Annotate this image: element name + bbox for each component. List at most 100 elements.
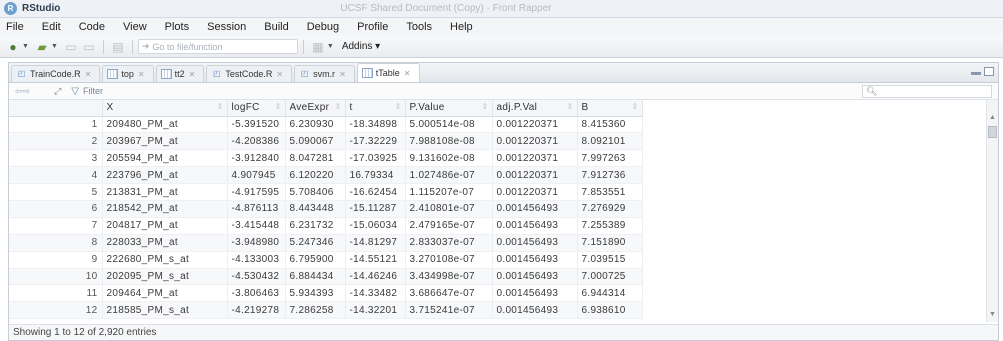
tab-ttable[interactable]: tTable ✕ [356, 63, 420, 82]
menu-code[interactable]: Code [79, 21, 105, 33]
sort-icon: ⇕ [274, 102, 282, 111]
cell-aveexpr: 8.443448 [285, 200, 346, 218]
cell-adjpval: 0.001220371 [492, 149, 578, 168]
column-header-pvalue[interactable]: P.Value ⇕ [405, 100, 493, 117]
close-icon[interactable]: ✕ [404, 69, 411, 78]
cell-aveexpr: 5.708406 [285, 183, 346, 201]
addins-button[interactable]: Addins ▾ [342, 41, 380, 52]
tab-top[interactable]: top ✕ [102, 65, 154, 82]
row-index: 11 [9, 284, 103, 303]
cell-aveexpr: 6.795900 [285, 251, 346, 269]
tab-testcode[interactable]: ◰ TestCode.R ✕ [206, 65, 293, 82]
menu-view[interactable]: View [123, 21, 147, 33]
menu-debug[interactable]: Debug [307, 21, 339, 33]
filter-button[interactable]: ▽ Filter [61, 86, 103, 97]
editor-tab-bar: ◰ TrainCode.R ✕ top ✕ tt2 ✕ ◰ TestCode.R… [9, 63, 998, 83]
column-header-t[interactable]: t ⇕ [345, 100, 406, 117]
open-file-icon[interactable]: ▭ [62, 39, 80, 55]
table-row: 2 203967_PM_at -4.208386 5.090067 -17.32229 7… [9, 132, 643, 151]
sort-icon: ⇕ [481, 102, 489, 111]
vertical-scrollbar[interactable]: ▲ ▼ [986, 100, 998, 322]
cell-pvalue: 9.131602e-08 [405, 149, 493, 168]
new-project-icon[interactable]: ▰ [33, 39, 51, 55]
tab-label: TestCode.R [225, 69, 273, 79]
table-row: 7 204817_PM_at -3.415448 6.231732 -15.06034 2… [9, 217, 643, 235]
cell-t: -17.03925 [345, 149, 406, 168]
tab-label: TrainCode.R [30, 69, 81, 79]
cell-b: 6.938610 [577, 301, 643, 320]
cell-adjpval: 0.001456493 [492, 234, 578, 252]
cell-b: 7.853551 [577, 183, 643, 201]
ttable-grid: X ⇕ logFC ⇕ AveExpr ⇕ t ⇕ P.Value ⇕ adj.P.Val… [9, 100, 643, 320]
close-icon[interactable]: ✕ [276, 70, 283, 79]
menu-edit[interactable]: Edit [42, 21, 61, 33]
cell-t: -15.11287 [345, 200, 406, 218]
scroll-up-icon[interactable]: ▲ [989, 114, 996, 121]
cell-t: -15.06034 [345, 217, 406, 235]
cell-adjpval: 0.001220371 [492, 183, 578, 201]
search-input[interactable]: 🔍︎ [862, 85, 992, 98]
maximize-pane-icon[interactable] [984, 67, 994, 76]
cell-pvalue: 3.686647e-07 [405, 284, 493, 303]
cell-b: 7.276929 [577, 200, 643, 218]
close-icon[interactable]: ✕ [339, 70, 346, 79]
cell-logfc: -5.391520 [227, 116, 286, 134]
popout-icon[interactable]: ⤢ [54, 86, 61, 97]
column-header-index[interactable] [9, 100, 103, 117]
column-header-adjpval[interactable]: adj.P.Val ⇕ [492, 100, 578, 117]
new-project-dropdown-icon[interactable]: ▼ [51, 43, 58, 50]
save-icon[interactable]: ▭ [80, 39, 98, 55]
menu-tools[interactable]: Tools [406, 21, 432, 33]
close-icon[interactable]: ✕ [138, 70, 145, 79]
cell-t: -17.32229 [345, 132, 406, 151]
table-row: 10 202095_PM_s_at -4.530432 6.884434 -14.462… [9, 268, 643, 286]
menu-build[interactable]: Build [264, 21, 288, 33]
menu-session[interactable]: Session [207, 21, 246, 33]
sort-icon: ⇕ [394, 102, 402, 111]
goto-file-function-input[interactable]: ➔ Go to file/function [137, 39, 298, 54]
row-index: 6 [9, 200, 103, 218]
menu-file[interactable]: File [6, 21, 24, 33]
cell-b: 7.039515 [577, 251, 643, 269]
close-icon[interactable]: ✕ [189, 70, 196, 79]
cell-b: 7.255389 [577, 217, 643, 235]
filter-icon: ▽ [71, 85, 79, 97]
workspace-panes-dropdown-icon[interactable]: ▼ [327, 43, 334, 50]
column-header-b[interactable]: B ⇕ [577, 100, 643, 117]
cell-pvalue: 3.715241e-07 [405, 301, 493, 320]
goto-arrow-icon: ➔ [141, 41, 150, 51]
scrollbar-thumb[interactable] [988, 126, 997, 138]
cell-t: -16.62454 [345, 183, 406, 201]
cell-t: 16.79334 [345, 166, 406, 185]
close-icon[interactable]: ✕ [85, 70, 92, 79]
cell-b: 7.151890 [577, 234, 643, 252]
minimize-pane-icon[interactable] [971, 72, 981, 75]
tab-tt2[interactable]: tt2 ✕ [155, 65, 205, 82]
column-header-aveexpr[interactable]: AveExpr ⇕ [285, 100, 346, 117]
print-icon[interactable]: ▤ [109, 39, 127, 55]
tab-svm[interactable]: ◰ svm.r ✕ [294, 65, 355, 82]
cell-b: 8.415360 [577, 116, 643, 134]
new-file-icon[interactable]: ● [4, 39, 22, 55]
back-forward-icon[interactable]: ⇦⇨ [15, 86, 30, 97]
row-index: 4 [9, 166, 103, 185]
table-icon [160, 69, 172, 79]
cell-adjpval: 0.001220371 [492, 166, 578, 185]
column-header-x[interactable]: X ⇕ [102, 100, 228, 117]
tab-traincode[interactable]: ◰ TrainCode.R ✕ [11, 65, 101, 82]
cell-x: 209464_PM_at [102, 284, 228, 303]
source-pane: ◰ TrainCode.R ✕ top ✕ tt2 ✕ ◰ TestCode.R… [8, 62, 999, 341]
cell-adjpval: 0.001456493 [492, 268, 578, 286]
workspace-panes-icon[interactable]: ▦ [309, 39, 327, 55]
new-file-dropdown-icon[interactable]: ▼ [22, 43, 29, 50]
cell-x: 202095_PM_s_at [102, 268, 228, 286]
data-grid: X ⇕ logFC ⇕ AveExpr ⇕ t ⇕ P.Value ⇕ adj.P.Val… [9, 100, 998, 322]
menu-help[interactable]: Help [450, 21, 473, 33]
menu-plots[interactable]: Plots [165, 21, 189, 33]
cell-b: 7.997263 [577, 149, 643, 168]
row-index: 1 [9, 116, 103, 134]
column-header-logfc[interactable]: logFC ⇕ [227, 100, 286, 117]
cell-pvalue: 7.988108e-08 [405, 132, 493, 151]
menu-profile[interactable]: Profile [357, 21, 388, 33]
scroll-down-icon[interactable]: ▼ [989, 311, 996, 318]
